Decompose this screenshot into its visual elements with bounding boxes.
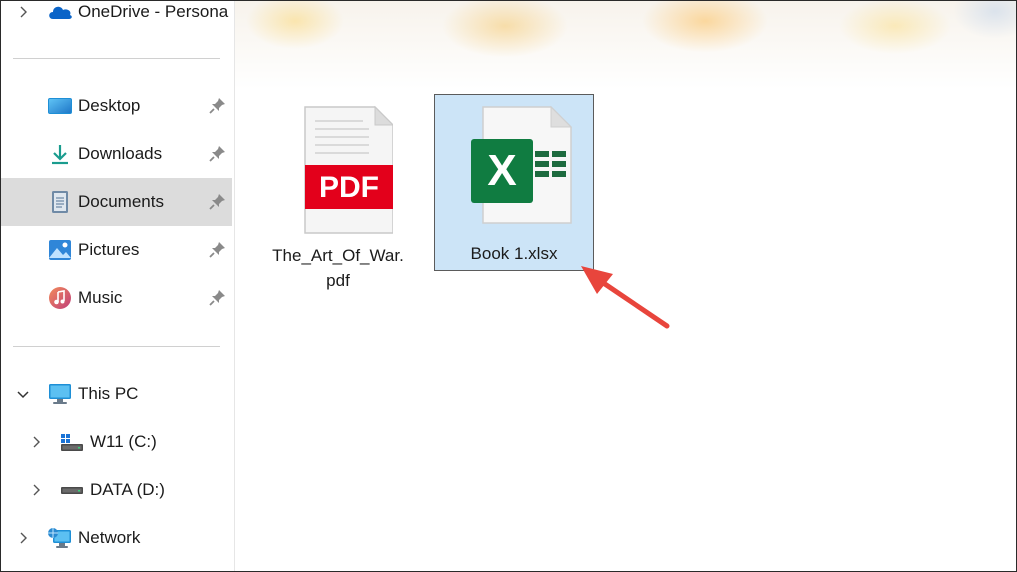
computer-icon bbox=[47, 381, 73, 407]
file-name: The_Art_Of_War. bbox=[272, 246, 404, 265]
file-name-extension: pdf bbox=[326, 271, 350, 290]
file-item-pdf[interactable]: PDF The_Art_Of_War. pdf bbox=[265, 101, 411, 297]
file-item-xlsx[interactable]: X Book 1.xlsx bbox=[434, 94, 594, 271]
desktop-icon bbox=[47, 93, 73, 119]
chevron-down-icon[interactable] bbox=[16, 387, 30, 401]
sidebar-item-label: Music bbox=[78, 288, 123, 307]
sidebar-item-label: Network bbox=[78, 528, 141, 547]
sidebar-item-label: Desktop bbox=[78, 96, 141, 115]
annotation-arrow-icon bbox=[581, 266, 670, 329]
navigation-pane: OneDrive - Persona Desktop Downloads Doc… bbox=[1, 1, 235, 571]
sidebar-item-label: DATA (D:) bbox=[90, 480, 165, 499]
pin-icon[interactable] bbox=[208, 97, 226, 115]
sidebar-item-drive-d[interactable]: DATA (D:) bbox=[1, 467, 232, 513]
chevron-right-icon[interactable] bbox=[16, 531, 30, 545]
sidebar-item-documents[interactable]: Documents bbox=[1, 178, 232, 226]
sidebar-item-desktop[interactable]: Desktop bbox=[1, 83, 232, 129]
sidebar-item-drive-c[interactable]: W11 (C:) bbox=[1, 419, 232, 465]
divider bbox=[13, 58, 220, 59]
sidebar-item-label: Pictures bbox=[78, 240, 140, 259]
sidebar-item-downloads[interactable]: Downloads bbox=[1, 131, 232, 177]
sidebar-item-label: Downloads bbox=[78, 144, 163, 163]
cloud-icon bbox=[47, 0, 73, 25]
pin-icon[interactable] bbox=[208, 193, 226, 211]
excel-file-icon: X bbox=[455, 105, 573, 225]
sidebar-item-label: Documents bbox=[78, 192, 164, 211]
sidebar-item-this-pc[interactable]: This PC bbox=[1, 371, 232, 417]
pdf-badge-text: PDF bbox=[319, 171, 379, 204]
drive-icon bbox=[59, 477, 85, 503]
sidebar-item-label: W11 (C:) bbox=[90, 432, 157, 451]
downloads-icon bbox=[47, 141, 73, 167]
chevron-right-icon[interactable] bbox=[29, 435, 43, 449]
music-icon bbox=[47, 285, 73, 311]
drive-windows-icon bbox=[59, 429, 85, 455]
sidebar-item-network[interactable]: Network bbox=[1, 515, 232, 561]
chevron-right-icon[interactable] bbox=[16, 5, 30, 19]
sidebar-item-onedrive[interactable]: OneDrive - Persona bbox=[1, 0, 232, 35]
pin-icon[interactable] bbox=[208, 289, 226, 307]
file-name: Book 1.xlsx bbox=[470, 244, 558, 263]
sidebar-item-music[interactable]: Music bbox=[1, 275, 232, 321]
header-background bbox=[235, 1, 1016, 89]
documents-icon bbox=[47, 189, 73, 215]
pictures-icon bbox=[47, 237, 73, 263]
pdf-file-icon: PDF bbox=[283, 105, 395, 235]
pin-icon[interactable] bbox=[208, 241, 226, 259]
network-icon bbox=[47, 525, 73, 551]
pin-icon[interactable] bbox=[208, 145, 226, 163]
sidebar-item-pictures[interactable]: Pictures bbox=[1, 227, 232, 273]
excel-badge-text: X bbox=[487, 146, 516, 195]
sidebar-item-label: OneDrive - Persona bbox=[78, 2, 229, 21]
chevron-right-icon[interactable] bbox=[29, 483, 43, 497]
divider bbox=[13, 346, 220, 347]
sidebar-item-label: This PC bbox=[78, 384, 139, 403]
